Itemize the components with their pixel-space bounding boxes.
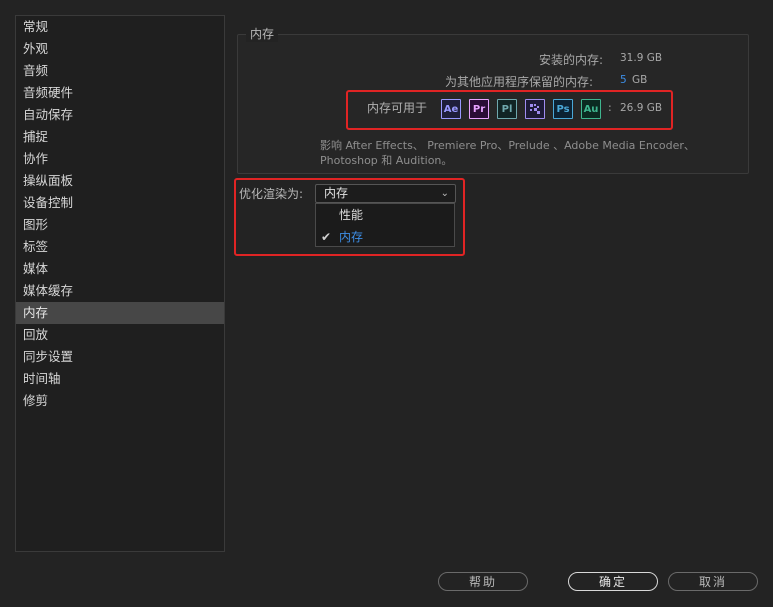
cancel-button[interactable]: 取消 [668, 572, 758, 591]
checkmark-icon: ✔ [321, 230, 332, 244]
dropdown-option-label: 性能 [339, 208, 364, 222]
optimize-dropdown-menu: 性能 ✔ 内存 [315, 203, 455, 247]
sidebar-item[interactable]: 媒体 [16, 258, 224, 280]
pl-badge-icon: Pl [497, 99, 517, 119]
chevron-down-icon: ⌄ [440, 188, 449, 199]
available-colon: : [608, 101, 612, 114]
sidebar-item[interactable]: 标签 [16, 236, 224, 258]
media-encoder-badge-icon [525, 99, 545, 119]
sidebar-item[interactable]: 图形 [16, 214, 224, 236]
au-badge-icon: Au [581, 99, 601, 119]
optimize-selected-value: 内存 [324, 186, 349, 200]
sidebar-item[interactable]: 内存 [16, 302, 224, 324]
installed-memory-value: 31.9 GB [620, 52, 663, 64]
sidebar-item[interactable]: 捕捉 [16, 126, 224, 148]
reserved-memory-unit: GB [632, 74, 648, 86]
ae-badge-icon: Ae [441, 99, 461, 119]
memory-group-title: 内存 [246, 26, 279, 42]
optimize-rendering-label: 优化渲染为: [239, 187, 304, 201]
available-memory-value: 26.9 GB [620, 102, 663, 114]
installed-memory-label: 安装的内存: [539, 53, 604, 67]
sidebar-item[interactable]: 操纵面板 [16, 170, 224, 192]
preferences-sidebar: 常规 外观 音频 音频硬件 自动保存 捕捉 协作 操纵面板 设备控制 图形 标签 媒体 媒体缓存 内存 回放… [15, 15, 225, 552]
sidebar-item[interactable]: 音频 [16, 60, 224, 82]
affects-description: 影响 After Effects、 Premiere Pro、Prelude 、… [320, 139, 695, 167]
sidebar-item[interactable]: 外观 [16, 38, 224, 60]
sidebar-item[interactable]: 常规 [16, 16, 224, 38]
sidebar-item[interactable]: 修剪 [16, 390, 224, 412]
dropdown-option[interactable]: 性能 [316, 204, 454, 226]
optimize-rendering-select[interactable]: 内存 ⌄ [315, 184, 456, 203]
sidebar-item[interactable]: 协作 [16, 148, 224, 170]
reserved-memory-input[interactable]: 5 [620, 74, 627, 86]
dropdown-option[interactable]: ✔ 内存 [316, 226, 454, 248]
sidebar-list: 常规 外观 音频 音频硬件 自动保存 捕捉 协作 操纵面板 设备控制 图形 标签 媒体 媒体缓存 内存 回放… [16, 16, 224, 412]
sidebar-item[interactable]: 时间轴 [16, 368, 224, 390]
sidebar-item[interactable]: 自动保存 [16, 104, 224, 126]
sidebar-item[interactable]: 同步设置 [16, 346, 224, 368]
sidebar-item[interactable]: 媒体缓存 [16, 280, 224, 302]
help-button[interactable]: 帮助 [438, 572, 528, 591]
reserved-memory-label: 为其他应用程序保留的内存: [445, 75, 594, 89]
sidebar-item[interactable]: 设备控制 [16, 192, 224, 214]
ok-button[interactable]: 确定 [568, 572, 658, 591]
dropdown-option-label: 内存 [339, 230, 364, 244]
sidebar-item[interactable]: 音频硬件 [16, 82, 224, 104]
pr-badge-icon: Pr [469, 99, 489, 119]
available-memory-label: 内存可用于 [367, 101, 428, 115]
ps-badge-icon: Ps [553, 99, 573, 119]
sidebar-item[interactable]: 回放 [16, 324, 224, 346]
